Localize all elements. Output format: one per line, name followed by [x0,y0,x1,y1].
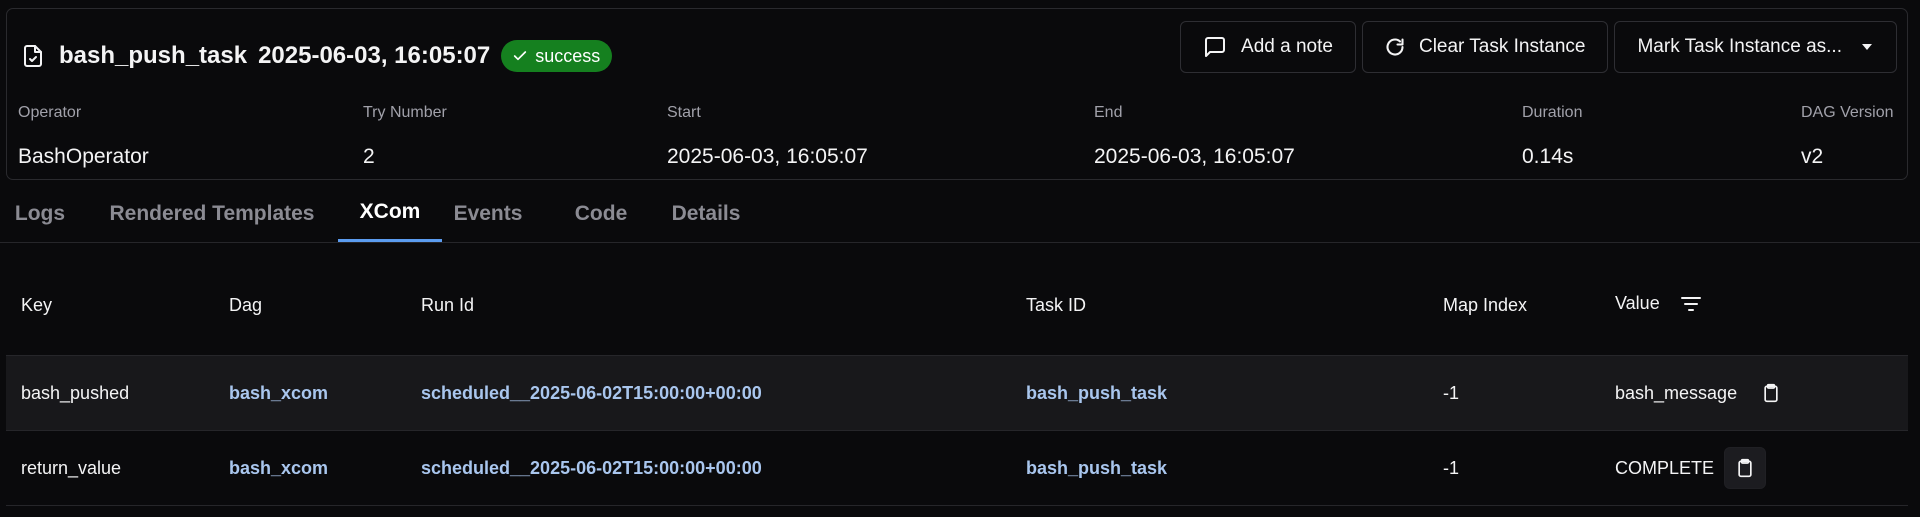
clear-task-instance-label: Clear Task Instance [1418,36,1586,57]
cell-task-id-link[interactable]: bash_push_task [1026,431,1167,505]
message-square-icon [1203,35,1227,59]
column-run-id[interactable]: Run Id [421,295,474,316]
tab-code[interactable]: Code [562,185,640,242]
tab-events[interactable]: Events [446,185,530,242]
task-tabs: Logs Rendered Templates XCom Events Code… [0,185,1920,243]
meta-operator: Operator BashOperator [18,104,149,169]
cell-key: return_value [21,457,122,478]
mark-task-instance-button[interactable]: Mark Task Instance as... [1614,21,1897,73]
dag-version-label: DAG Version [1801,104,1894,121]
table-row: bash_pushed bash_xcom scheduled__2025-06… [6,356,1908,431]
filter-icon[interactable] [1680,295,1702,313]
meta-dag-version: DAG Version v2 [1801,104,1893,169]
meta-start: Start 2025-06-03, 16:05:07 [667,104,868,169]
meta-try-number: Try Number 2 [363,104,447,169]
column-key[interactable]: Key [21,295,52,316]
column-task-id[interactable]: Task ID [1026,295,1086,316]
xcom-table: Key Dag Run Id Task ID Map Index Value b… [6,243,1908,506]
table-header: Key Dag Run Id Task ID Map Index Value [6,243,1908,356]
cell-run-id-link[interactable]: scheduled__2025-06-02T15:00:00+00:00 [421,431,762,505]
add-note-label: Add a note [1241,36,1333,57]
check-icon [514,51,527,61]
meta-duration: Duration 0.14s [1522,104,1582,169]
title-row: bash_push_task 2025-06-03, 16:05:07 succ… [21,37,613,75]
add-note-button[interactable]: Add a note [1180,21,1356,73]
end-value: 2025-06-03, 16:05:07 [1094,145,1295,168]
operator-value: BashOperator [18,145,149,168]
cell-task-id-link[interactable]: bash_push_task [1026,356,1167,430]
duration-label: Duration [1522,104,1583,121]
cell-dag-link[interactable]: bash_xcom [229,431,328,505]
column-dag[interactable]: Dag [229,295,262,316]
duration-value: 0.14s [1522,145,1574,168]
rotate-cw-icon [1385,37,1405,57]
cell-value: COMPLETE [1615,431,1767,505]
start-value: 2025-06-03, 16:05:07 [667,145,868,168]
status-text: success [535,45,601,66]
mark-task-instance-label: Mark Task Instance as... [1637,36,1842,57]
column-value: Value [1615,293,1702,314]
dag-version-value: v2 [1801,145,1824,168]
try-number-value: 2 [363,145,375,168]
task-date: 2025-06-03, 16:05:07 [258,42,491,69]
clear-task-instance-button[interactable]: Clear Task Instance [1361,21,1609,73]
cell-dag-link[interactable]: bash_xcom [229,356,328,430]
cell-value: bash_message [1615,356,1791,430]
task-name: bash_push_task [59,42,248,69]
column-map-index[interactable]: Map Index [1443,295,1527,316]
cell-map-index: -1 [1443,382,1460,403]
caret-down-icon [1860,42,1874,52]
status-badge: success [501,40,613,72]
tab-rendered-templates[interactable]: Rendered Templates [85,185,339,242]
value-text: bash_message [1615,382,1738,403]
tab-xcom[interactable]: XCom [338,185,442,242]
file-check-icon [21,44,45,68]
tab-details[interactable]: Details [660,185,752,242]
cell-key: bash_pushed [21,382,130,403]
meta-end: End 2025-06-03, 16:05:07 [1094,104,1295,169]
value-text: COMPLETE [1615,457,1715,478]
tab-logs[interactable]: Logs [0,185,80,242]
try-number-label: Try Number [363,104,447,121]
column-value-label[interactable]: Value [1615,293,1660,314]
action-buttons: Add a note Clear Task Instance Mark Task… [1180,21,1897,73]
operator-label: Operator [18,104,82,121]
start-label: Start [667,104,701,121]
cell-run-id-link[interactable]: scheduled__2025-06-02T15:00:00+00:00 [421,356,762,430]
cell-map-index: -1 [1443,457,1460,478]
task-instance-header: bash_push_task 2025-06-03, 16:05:07 succ… [6,8,1908,180]
end-label: End [1094,104,1123,121]
clipboard-icon[interactable] [1751,373,1791,413]
clipboard-icon[interactable] [1724,447,1767,489]
table-row: return_value bash_xcom scheduled__2025-0… [6,431,1908,506]
